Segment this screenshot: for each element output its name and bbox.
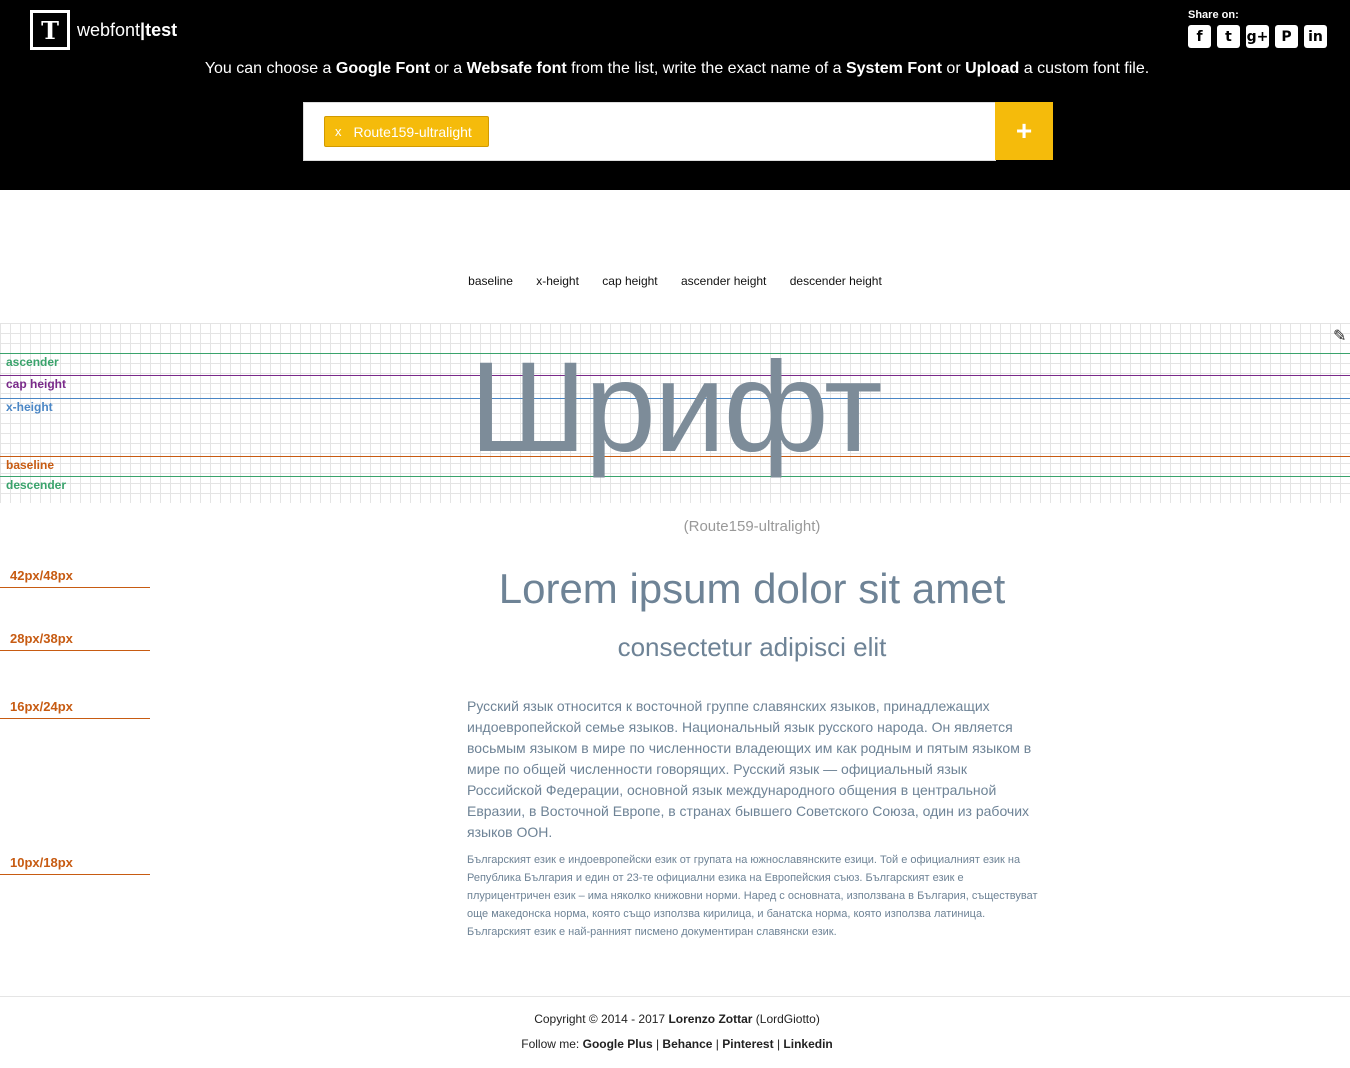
specimen-text[interactable]: Шрифт (0, 344, 1350, 472)
twitter-icon[interactable]: t (1217, 25, 1240, 48)
toggle-descender-height[interactable]: descender height (790, 274, 882, 288)
edit-pencil-icon[interactable]: ✎ (1333, 326, 1346, 346)
tag-remove-icon[interactable]: x (335, 124, 342, 139)
sample-paragraph-ru: Русский язык относится к восточной групп… (467, 698, 1032, 840)
footer-link-pinterest[interactable]: Pinterest (722, 1037, 773, 1051)
linkedin-icon[interactable]: in (1304, 25, 1327, 48)
logo[interactable]: T webfont|test (30, 10, 177, 50)
footer: Copyright © 2014 - 2017 Lorenzo Zottar (… (0, 996, 1350, 1051)
follow-line: Follow me: Google Plus | Behance | Pinte… (521, 1037, 833, 1051)
sample-paragraph-bg: Българският език е индоевропейски език о… (467, 854, 1038, 938)
font-tag[interactable]: x Route159-ultralight (324, 116, 489, 147)
logo-icon: T (30, 10, 70, 50)
size-label-10: 10px/18px (0, 855, 150, 875)
metric-toggles: baseline x-height cap height ascender he… (0, 274, 1350, 288)
tag-label: Route159-ultralight (353, 123, 472, 140)
intro-text: You can choose a Google Font or a Websaf… (204, 60, 1150, 77)
footer-link-linkedin[interactable]: Linkedin (783, 1037, 832, 1051)
toggle-x-height[interactable]: x-height (536, 274, 579, 288)
toggle-ascender-height[interactable]: ascender height (681, 274, 766, 288)
footer-link-behance[interactable]: Behance (662, 1037, 712, 1051)
websafe-font-link[interactable]: Websafe font (467, 60, 567, 77)
google-plus-icon[interactable]: g+ (1246, 25, 1269, 48)
specimen-font-name: (Route159-ultralight) (683, 518, 821, 535)
system-font-link[interactable]: System Font (846, 60, 942, 77)
add-font-button[interactable]: + (995, 102, 1053, 160)
header-bar: T webfont|test Share on: f t g+ P in You… (0, 0, 1350, 190)
google-font-link[interactable]: Google Font (336, 60, 430, 77)
font-search-input[interactable]: x Route159-ultralight (303, 102, 996, 161)
copyright-line: Copyright © 2014 - 2017 Lorenzo Zottar (… (534, 1012, 820, 1026)
footer-link-google-plus[interactable]: Google Plus (583, 1037, 653, 1051)
toggle-baseline[interactable]: baseline (468, 274, 513, 288)
logo-text: webfont|test (77, 19, 178, 40)
size-label-16: 16px/24px (0, 699, 150, 719)
descender-label: descender (6, 478, 67, 492)
facebook-icon[interactable]: f (1188, 25, 1211, 48)
upload-link[interactable]: Upload (965, 60, 1019, 77)
sample-title: Lorem ipsum dolor sit amet (498, 565, 1006, 612)
toggle-cap-height[interactable]: cap height (602, 274, 657, 288)
author-name: Lorenzo Zottar (668, 1012, 753, 1026)
share-title: Share on: (1188, 9, 1239, 21)
pinterest-icon[interactable]: P (1275, 25, 1298, 48)
sample-subtitle: consectetur adipisci elit (617, 632, 887, 662)
share-panel: Share on: f t g+ P in (1188, 9, 1327, 48)
